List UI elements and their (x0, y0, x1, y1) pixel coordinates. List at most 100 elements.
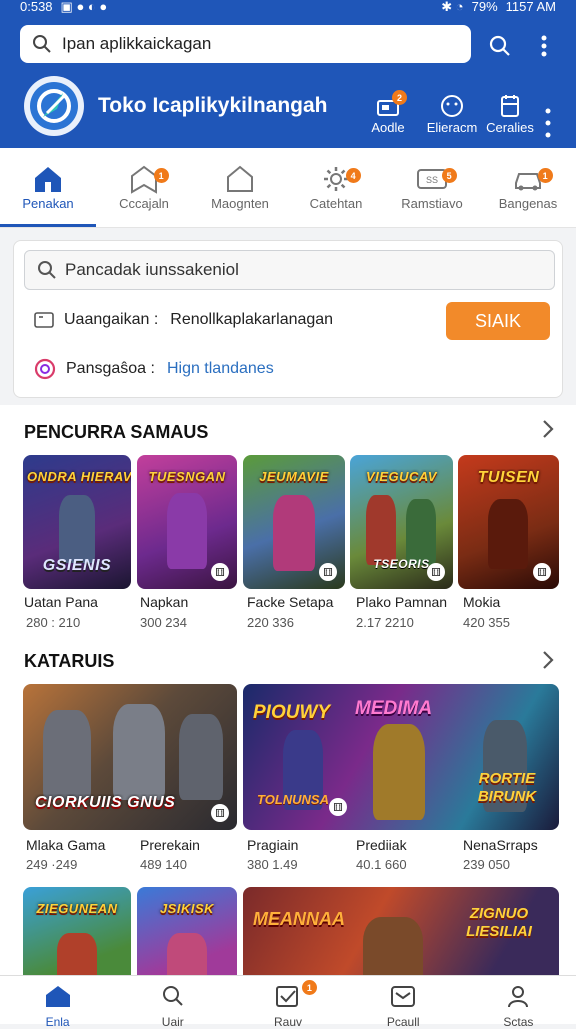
chevron-right-icon[interactable] (542, 419, 554, 444)
search-icon (162, 986, 183, 1006)
section-title: PENCURRA SAMAUS (24, 422, 209, 442)
tab-maognten[interactable]: Maognten (192, 148, 288, 227)
game-stats: 280 : 210 (26, 615, 81, 630)
game-stats: 220 336 (247, 615, 294, 630)
tab-label: Cccajaln (119, 196, 169, 211)
nav-sctas[interactable]: Sctas (461, 976, 576, 1029)
game-name[interactable]: Mokia (463, 594, 500, 610)
game-banner[interactable]: CIORKUIIS GNUS ⚅ (23, 684, 237, 830)
filter-panel: Pancadak iunssakeniol Uaangaikan : Renol… (13, 240, 563, 398)
game-thumb-title: VIEGUCAV (366, 469, 437, 484)
nav-label: Rauv (274, 1015, 303, 1029)
game-stats: 300 234 (140, 615, 187, 630)
nav-rauv[interactable]: 1 Rauv (230, 976, 345, 1029)
search-icon (33, 35, 51, 53)
game-thumb[interactable]: JEUMAVIE ⚅ (243, 455, 345, 589)
game-thumb[interactable]: ZIEGUNEAN (23, 887, 131, 987)
game-name[interactable]: Facke Setapa (247, 594, 333, 610)
wifi-icon: ✱ ◔ (441, 0, 464, 14)
siak-button[interactable]: SIAIK (446, 302, 550, 340)
dice-icon: ⚅ (533, 563, 551, 581)
game-name[interactable]: Napkan (140, 594, 188, 610)
banner-title: ZIGNUO LIESILIAI (466, 905, 532, 940)
tab-bangenas[interactable]: 1 Bangenas (480, 148, 576, 227)
home-icon (35, 167, 61, 192)
dice-icon: ⚅ (211, 563, 229, 581)
game-stats: 239 050 (463, 857, 510, 872)
game-stats: 420 355 (463, 615, 510, 630)
more-vert-icon[interactable] (544, 107, 552, 144)
nav-label: Uair (161, 1015, 184, 1029)
header-action-label: Ceralies (486, 120, 534, 135)
header-action-elieracm[interactable]: Elieracm (422, 92, 482, 135)
tab-cccajaln[interactable]: 1 Cccajaln (96, 148, 192, 227)
nav-enla[interactable]: Enla (0, 976, 115, 1029)
game-thumb-subtitle: GSIENIS (42, 557, 112, 574)
game-name[interactable]: NenaSrraps (463, 837, 538, 853)
tab-penakan[interactable]: Penakan (0, 148, 96, 227)
banner-title: CIORKUIIS GNUS (35, 794, 176, 811)
game-stats: 249 ·249 (26, 857, 78, 872)
game-thumb-title: TUISEN (477, 469, 540, 486)
nav-label: Sctas (503, 1015, 534, 1029)
filter-link[interactable]: Hign tlandanes (167, 360, 274, 378)
filter-row-pansgasoa[interactable]: Pansgaŝoa : Hign tlandanes (34, 358, 274, 380)
badge: 1 (153, 168, 169, 183)
tab-label: Bangenas (498, 196, 558, 211)
tab-label: Ramstiavo (401, 196, 463, 211)
header-action-label: Aodle (371, 120, 405, 135)
banner-title: PIOUWY (253, 702, 331, 723)
game-name[interactable]: Mlaka Gama (26, 837, 105, 853)
game-banner[interactable]: MEANNAA ZIGNUO LIESILIAI (243, 887, 559, 987)
panel-search-input[interactable]: Pancadak iunssakeniol (24, 250, 555, 290)
game-stats: 2.17 2210 (356, 615, 414, 630)
search-input[interactable]: Ipan aplikkaickagan (20, 25, 471, 63)
tab-ramstiavo[interactable]: SS 5 Ramstiavo (384, 148, 480, 227)
game-thumb[interactable]: JSIKISK (137, 887, 237, 987)
header-search-button[interactable] (488, 34, 512, 63)
status-time-right: 1157 AM (505, 0, 556, 14)
filter-value: Renollkaplakarlanagan (170, 311, 334, 328)
filter-key: Pansgaŝoa : (66, 360, 155, 377)
more-vert-icon[interactable] (540, 34, 548, 63)
dice-icon: ⚅ (211, 804, 229, 822)
game-stats: 40.1 660 (356, 857, 407, 872)
tab-label: Penakan (22, 196, 74, 211)
header-action-ceralies[interactable]: Ceralies (480, 92, 540, 135)
filter-row-uaangaikan[interactable]: Uaangaikan : Renollkaplakarlanagan (34, 311, 333, 329)
game-name[interactable]: Plako Pamnan (356, 594, 447, 610)
search-icon (489, 35, 510, 56)
badge: 1 (301, 980, 317, 995)
game-name[interactable]: Uatan Pana (24, 594, 98, 610)
game-name[interactable]: Prediiak (356, 837, 407, 853)
nav-uair[interactable]: Uair (115, 976, 230, 1029)
tab-catehtan[interactable]: 4 Catehtan (288, 148, 384, 227)
game-banner[interactable]: PIOUWY MEDIMA TOLNUNSA RORTIE BIRUNK ⚅ (243, 684, 559, 830)
brand-name: Toko Icaplikykilnangah (98, 94, 328, 117)
nav-pcaull[interactable]: Pcaull (346, 976, 461, 1029)
game-name[interactable]: Prerekain (140, 837, 200, 853)
header-action-label: Elieracm (426, 120, 478, 135)
category-tabs: Penakan 1 Cccajaln Maognten 4 Catehtan S… (0, 148, 576, 228)
person-icon (508, 986, 529, 1008)
game-thumb-title: JSIKISK (159, 901, 215, 916)
status-time-left: 0:538 (20, 0, 53, 14)
app-logo (24, 76, 84, 136)
battery-level: 79% (471, 0, 498, 14)
banner-title: MEDIMA (355, 698, 433, 719)
game-thumb-title: ZIEGUNEAN (36, 901, 118, 916)
game-thumb[interactable]: ONDRA HIERAVIAN GSIENIS (23, 455, 131, 589)
status-bar: 0:538 ▣ ● ◐ ● ✱ ◔ 79% 1157 AM (0, 0, 576, 14)
dice-icon: ⚅ (427, 563, 445, 581)
header-action-aodle[interactable]: 2 Aodle (358, 90, 418, 135)
notification-icon: ▣ ● ◐ ● (60, 0, 108, 14)
game-name[interactable]: Pragiain (247, 837, 298, 853)
instagram-icon (34, 358, 56, 380)
game-thumb-title: ONDRA HIERAVIAN (27, 469, 131, 484)
game-thumb[interactable]: VIEGUCAV TSEORIS ⚅ (350, 455, 453, 589)
chevron-right-icon[interactable] (542, 650, 554, 675)
badge: 1 (537, 168, 553, 183)
game-thumb[interactable]: TUESNGAN ⚅ (137, 455, 237, 589)
game-thumb[interactable]: TUISEN ⚅ (458, 455, 559, 589)
nav-label: Enla (45, 1015, 70, 1029)
